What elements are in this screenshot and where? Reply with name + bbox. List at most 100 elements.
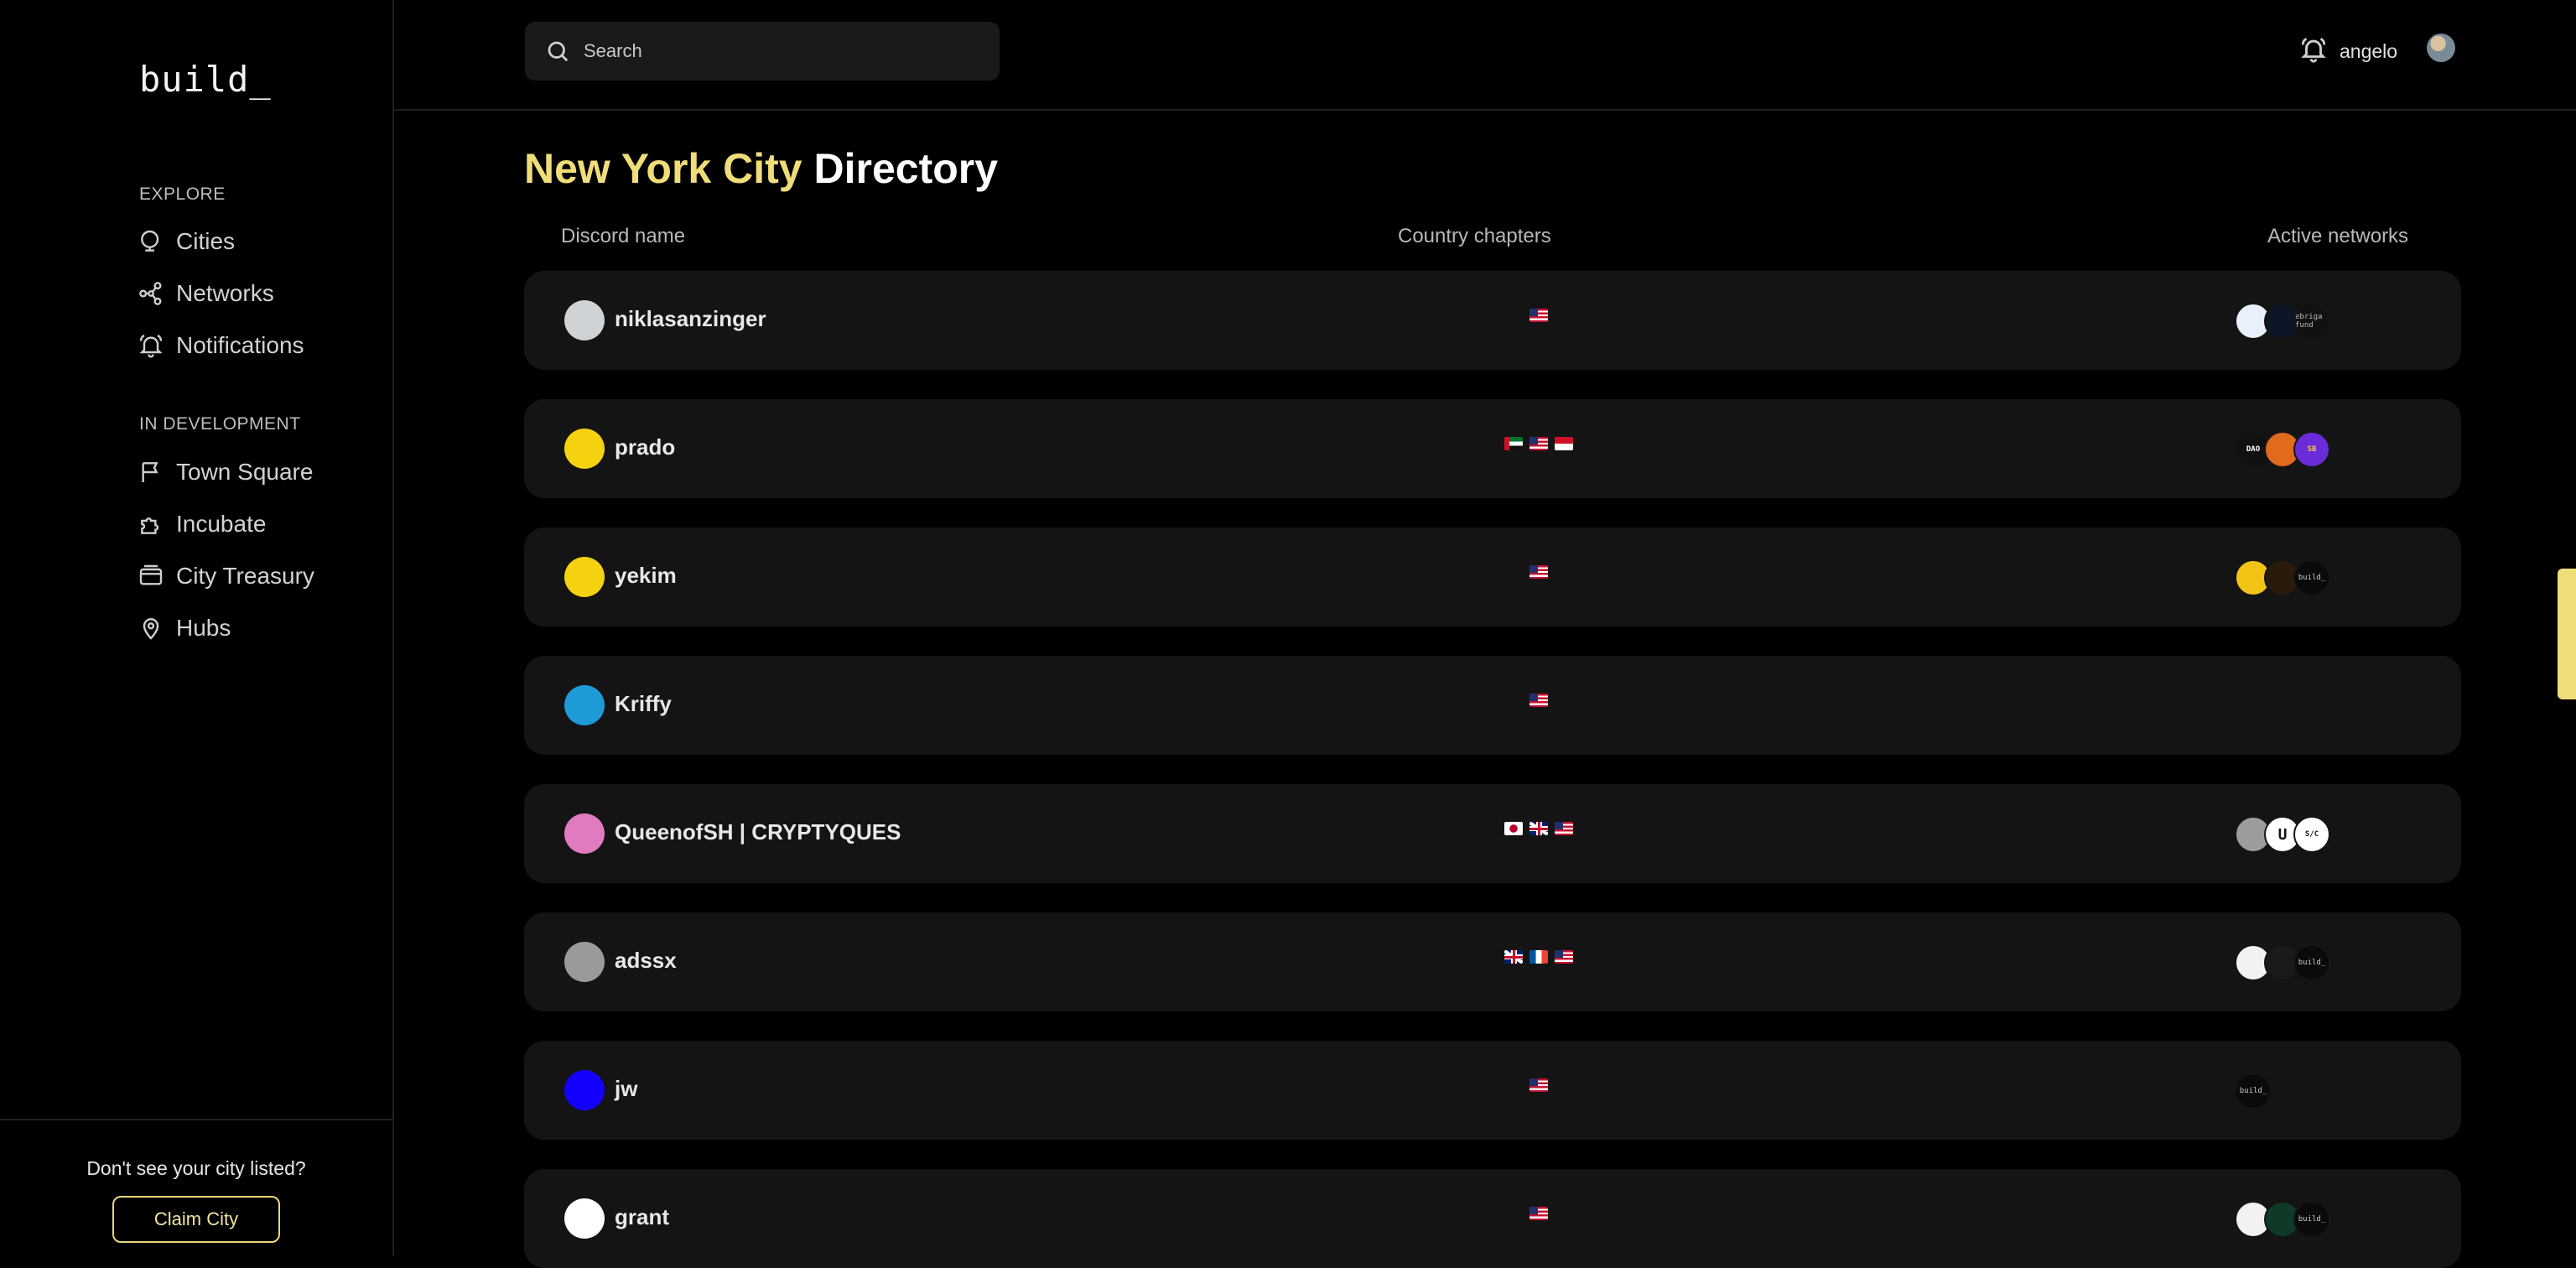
wallet-icon <box>139 564 163 585</box>
country-chapters <box>1455 1078 1623 1092</box>
search-input[interactable] <box>582 39 988 63</box>
column-header-active-networks: Active networks <box>2267 225 2409 247</box>
table-row[interactable]: niklasanzinger ebriga fund <box>524 271 2461 370</box>
country-chapters <box>1455 309 1623 322</box>
network-sc-icon[interactable]: S/C <box>2293 816 2330 853</box>
discord-name[interactable]: QueenofSH | CRYPTYQUES <box>615 819 901 845</box>
country-chapters <box>1455 822 1623 835</box>
globe-icon <box>141 230 159 252</box>
user-avatar <box>564 1070 605 1110</box>
puzzle-icon <box>141 517 159 534</box>
flag-us-icon <box>1530 1207 1548 1220</box>
user-avatar <box>564 557 605 597</box>
table-row[interactable]: grant build_ <box>524 1169 2461 1268</box>
table-row[interactable]: yekim build_ <box>524 527 2461 626</box>
flag-jp-icon <box>1504 822 1523 835</box>
search-box[interactable] <box>525 22 1000 81</box>
page-title-rest: Directory <box>813 145 999 192</box>
explore-section-label: EXPLORE <box>139 184 226 204</box>
user-avatar <box>564 300 605 340</box>
claim-city-button[interactable]: Claim City <box>112 1196 280 1243</box>
flag-us-icon <box>1530 437 1548 450</box>
user-avatar <box>564 685 605 725</box>
bell-icon <box>139 334 163 358</box>
network-build-icon[interactable]: build_ <box>2293 559 2330 596</box>
sidebar-item-city-treasury[interactable]: City Treasury <box>138 558 314 595</box>
country-chapters <box>1455 950 1623 964</box>
username[interactable]: angelo <box>2340 40 2397 63</box>
table-row[interactable]: QueenofSH | CRYPTYQUES U S/C <box>524 784 2461 883</box>
country-chapters <box>1455 565 1623 579</box>
flag-us-icon <box>1530 1078 1548 1092</box>
flag-gb-icon <box>1504 950 1523 964</box>
page-title-city: New York City <box>524 145 802 192</box>
user-avatar <box>564 429 605 469</box>
flag-us-icon <box>1530 694 1548 707</box>
table-row[interactable]: prado DAO SB <box>524 399 2461 498</box>
active-networks: build_ <box>2235 944 2330 981</box>
network-fund-icon[interactable]: ebriga fund <box>2293 303 2330 340</box>
country-chapters <box>1455 694 1623 707</box>
sidebar-item-label: Town Square <box>176 459 314 485</box>
country-chapters <box>1455 1207 1623 1220</box>
network-build-icon[interactable]: build_ <box>2293 1201 2330 1238</box>
active-networks: build_ <box>2235 1201 2330 1238</box>
sidebar: build_ EXPLORE Cities Networks Notificat… <box>0 0 394 1255</box>
table-row[interactable]: adssx build_ <box>524 912 2461 1011</box>
sidebar-item-notifications[interactable]: Notifications <box>138 327 304 364</box>
network-icon <box>139 282 162 305</box>
flag-icon <box>142 462 158 482</box>
discord-name[interactable]: niklasanzinger <box>615 306 766 332</box>
dev-section-label: IN DEVELOPMENT <box>139 414 301 434</box>
sidebar-item-label: Cities <box>176 228 236 254</box>
sidebar-item-label: Incubate <box>176 511 267 537</box>
flag-ae-icon <box>1504 437 1523 450</box>
user-avatar <box>564 813 605 854</box>
table-row[interactable]: jw build_ <box>524 1041 2461 1140</box>
user-avatar <box>564 1198 605 1239</box>
sidebar-item-hubs[interactable]: Hubs <box>138 610 231 647</box>
column-header-country-chapters: Country chapters <box>1398 225 1551 247</box>
flag-fr-icon <box>1530 950 1548 964</box>
table-row[interactable]: Kriffy <box>524 656 2461 755</box>
sidebar-item-networks[interactable]: Networks <box>138 275 274 312</box>
sidebar-item-label: Notifications <box>176 332 304 358</box>
discord-name[interactable]: yekim <box>615 563 677 589</box>
flag-gb-icon <box>1530 822 1548 835</box>
discord-name[interactable]: jw <box>615 1076 637 1102</box>
sidebar-item-cities[interactable]: Cities <box>138 223 235 260</box>
sidebar-item-town-square[interactable]: Town Square <box>138 454 313 491</box>
network-build-icon[interactable]: build_ <box>2235 1073 2272 1110</box>
logo[interactable]: build_ <box>139 59 272 100</box>
flag-us-icon <box>1530 309 1548 322</box>
notification-bell-icon[interactable] <box>2299 35 2328 64</box>
user-avatar[interactable] <box>2427 34 2455 62</box>
search-icon <box>548 41 569 62</box>
sidebar-item-label: Networks <box>176 280 274 306</box>
sidebar-footer: Don't see your city listed? Claim City <box>0 1119 392 1255</box>
network-build-icon[interactable]: build_ <box>2293 944 2330 981</box>
top-bar: angelo <box>394 0 2576 111</box>
discord-name[interactable]: grant <box>615 1204 669 1230</box>
active-networks: build_ <box>2235 1073 2272 1110</box>
active-networks: DAO SB <box>2235 431 2330 468</box>
active-networks: U S/C <box>2235 816 2330 853</box>
map-pin-icon <box>143 618 159 640</box>
discord-name[interactable]: Kriffy <box>615 691 672 717</box>
sidebar-item-incubate[interactable]: Incubate <box>138 506 266 543</box>
active-networks: build_ <box>2235 559 2330 596</box>
flag-us-icon <box>1530 565 1548 579</box>
page-title: New York City Directory <box>524 144 998 193</box>
discord-name[interactable]: prado <box>615 434 675 460</box>
user-avatar <box>564 942 605 982</box>
flag-id-icon <box>1555 437 1573 450</box>
flag-us-icon <box>1555 822 1573 835</box>
column-header-discord-name: Discord name <box>561 225 686 247</box>
sidebar-item-label: City Treasury <box>176 563 314 589</box>
side-feedback-tab[interactable] <box>2558 569 2576 699</box>
discord-name[interactable]: adssx <box>615 948 677 974</box>
flag-us-icon <box>1555 950 1573 964</box>
network-sb-icon[interactable]: SB <box>2293 431 2330 468</box>
claim-prompt-text: Don't see your city listed? <box>86 1157 306 1179</box>
active-networks: ebriga fund <box>2235 303 2330 340</box>
